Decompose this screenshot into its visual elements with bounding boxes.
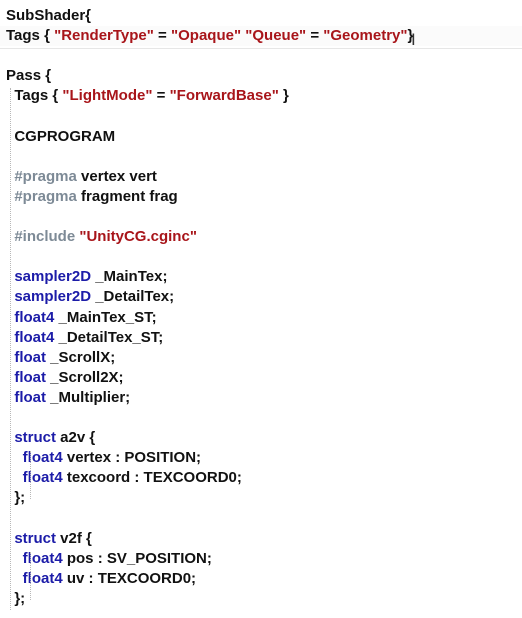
code-line[interactable]: float4 pos : SV_POSITION; xyxy=(0,549,212,569)
code-line[interactable]: float _Scroll2X; xyxy=(0,368,124,388)
code-line[interactable] xyxy=(0,408,6,428)
indent-guide-struct-a2v xyxy=(30,451,31,499)
code-token-default-text: Tags { xyxy=(6,87,63,105)
code-token-keyword: float4 xyxy=(6,328,55,346)
code-token-default-text: _DetailTex_ST; xyxy=(54,328,164,346)
code-token-default-text: _DetailTex; xyxy=(91,288,175,306)
code-token-default-text: pos : SV_POSITION; xyxy=(62,549,212,567)
code-token-default-text: CGPROGRAM xyxy=(6,127,116,145)
code-line[interactable]: float _Multiplier; xyxy=(0,388,130,408)
code-token-default-text: _MainTex; xyxy=(91,268,168,286)
code-token-default-text: texcoord : TEXCOORD0; xyxy=(62,469,242,487)
code-token-default-text: _ScrollX; xyxy=(46,348,116,366)
code-token-default-text: vertex : POSITION; xyxy=(62,449,202,467)
code-line[interactable] xyxy=(0,207,6,227)
code-token-string: "Geometry" xyxy=(323,27,408,45)
text-cursor-icon: I xyxy=(411,30,416,49)
code-line[interactable]: SubShader{ xyxy=(0,6,91,26)
code-token-keyword: float4 xyxy=(6,569,63,587)
code-line[interactable]: #pragma fragment frag xyxy=(0,187,178,207)
code-token-keyword: float4 xyxy=(6,449,63,467)
code-token-string: "Opaque" xyxy=(171,27,242,45)
code-token-default-text: _Multiplier; xyxy=(46,388,131,406)
code-line[interactable]: float4 _DetailTex_ST; xyxy=(0,328,163,348)
code-token-default-text: } xyxy=(278,87,289,105)
code-token-default-text: v2f { xyxy=(56,529,92,547)
code-line[interactable]: Pass { xyxy=(0,66,51,86)
code-editor[interactable]: SubShader{ Tags { "RenderType" = "Opaque"… xyxy=(0,0,522,618)
code-token-default-text: fragment frag xyxy=(76,187,178,205)
code-line[interactable]: sampler2D _MainTex; xyxy=(0,267,167,287)
code-token-preprocessor: #pragma xyxy=(6,187,77,205)
indent-guide-struct-v2f xyxy=(30,552,31,600)
indent-guide xyxy=(10,88,11,610)
code-token-preprocessor: #pragma xyxy=(6,167,77,185)
current-line-border xyxy=(0,48,522,49)
code-line[interactable]: Tags { "LightMode" = "ForwardBase" } xyxy=(0,86,289,106)
code-token-default-text: SubShader{ xyxy=(6,7,92,24)
code-line[interactable] xyxy=(0,107,6,127)
code-token-default-text: }; xyxy=(6,489,26,507)
code-token-keyword: struct xyxy=(6,529,57,547)
code-line[interactable]: Tags { "RenderType" = "Opaque" "Queue" =… xyxy=(0,26,522,47)
code-line[interactable]: CGPROGRAM xyxy=(0,127,115,147)
code-token-string: "Queue" xyxy=(245,27,307,45)
code-token-default-text: }; xyxy=(6,589,26,607)
code-token-string: "ForwardBase" xyxy=(169,87,279,105)
code-token-default-text: Tags { xyxy=(6,27,55,45)
code-token-keyword: float xyxy=(6,348,46,366)
code-token-keyword: float4 xyxy=(6,549,63,567)
code-line[interactable]: #include "UnityCG.cginc" xyxy=(0,227,197,247)
code-token-default-text: = xyxy=(152,87,170,105)
code-line[interactable]: sampler2D _DetailTex; xyxy=(0,287,174,307)
code-line[interactable]: }; xyxy=(0,488,25,508)
code-token-keyword: struct xyxy=(6,429,57,447)
code-line[interactable] xyxy=(0,147,6,167)
code-token-default-text: = xyxy=(306,27,324,45)
code-token-default-text: = xyxy=(153,27,171,45)
code-token-string: "UnityCG.cginc" xyxy=(79,228,197,246)
code-line[interactable] xyxy=(0,46,6,66)
code-token-keyword: float4 xyxy=(6,469,63,487)
code-token-keyword: float xyxy=(6,368,46,386)
code-token-string: "RenderType" xyxy=(54,27,154,45)
code-token-default-text: _Scroll2X; xyxy=(46,368,124,386)
code-token-default-text: a2v { xyxy=(56,429,96,447)
code-token-default-text: vertex vert xyxy=(76,167,157,185)
code-line[interactable]: float _ScrollX; xyxy=(0,348,115,368)
code-token-preprocessor: #include xyxy=(6,228,76,246)
code-token-default-text: uv : TEXCOORD0; xyxy=(62,569,197,587)
code-line[interactable] xyxy=(0,509,6,529)
code-token-keyword: float xyxy=(6,388,46,406)
code-token-string: "LightMode" xyxy=(62,87,153,105)
code-line[interactable] xyxy=(0,247,6,267)
code-token-default-text: Pass { xyxy=(6,67,52,85)
code-token-keyword: sampler2D xyxy=(6,268,92,286)
code-line[interactable]: struct v2f { xyxy=(0,529,92,549)
code-line[interactable]: struct a2v { xyxy=(0,428,95,448)
code-token-keyword: float4 xyxy=(6,308,55,326)
code-line[interactable]: float4 texcoord : TEXCOORD0; xyxy=(0,468,242,488)
code-token-default-text: _MainTex_ST; xyxy=(54,308,157,326)
code-line[interactable]: }; xyxy=(0,589,25,609)
code-line[interactable]: float4 _MainTex_ST; xyxy=(0,308,157,328)
code-token-keyword: sampler2D xyxy=(6,288,92,306)
code-line[interactable]: #pragma vertex vert xyxy=(0,167,157,187)
